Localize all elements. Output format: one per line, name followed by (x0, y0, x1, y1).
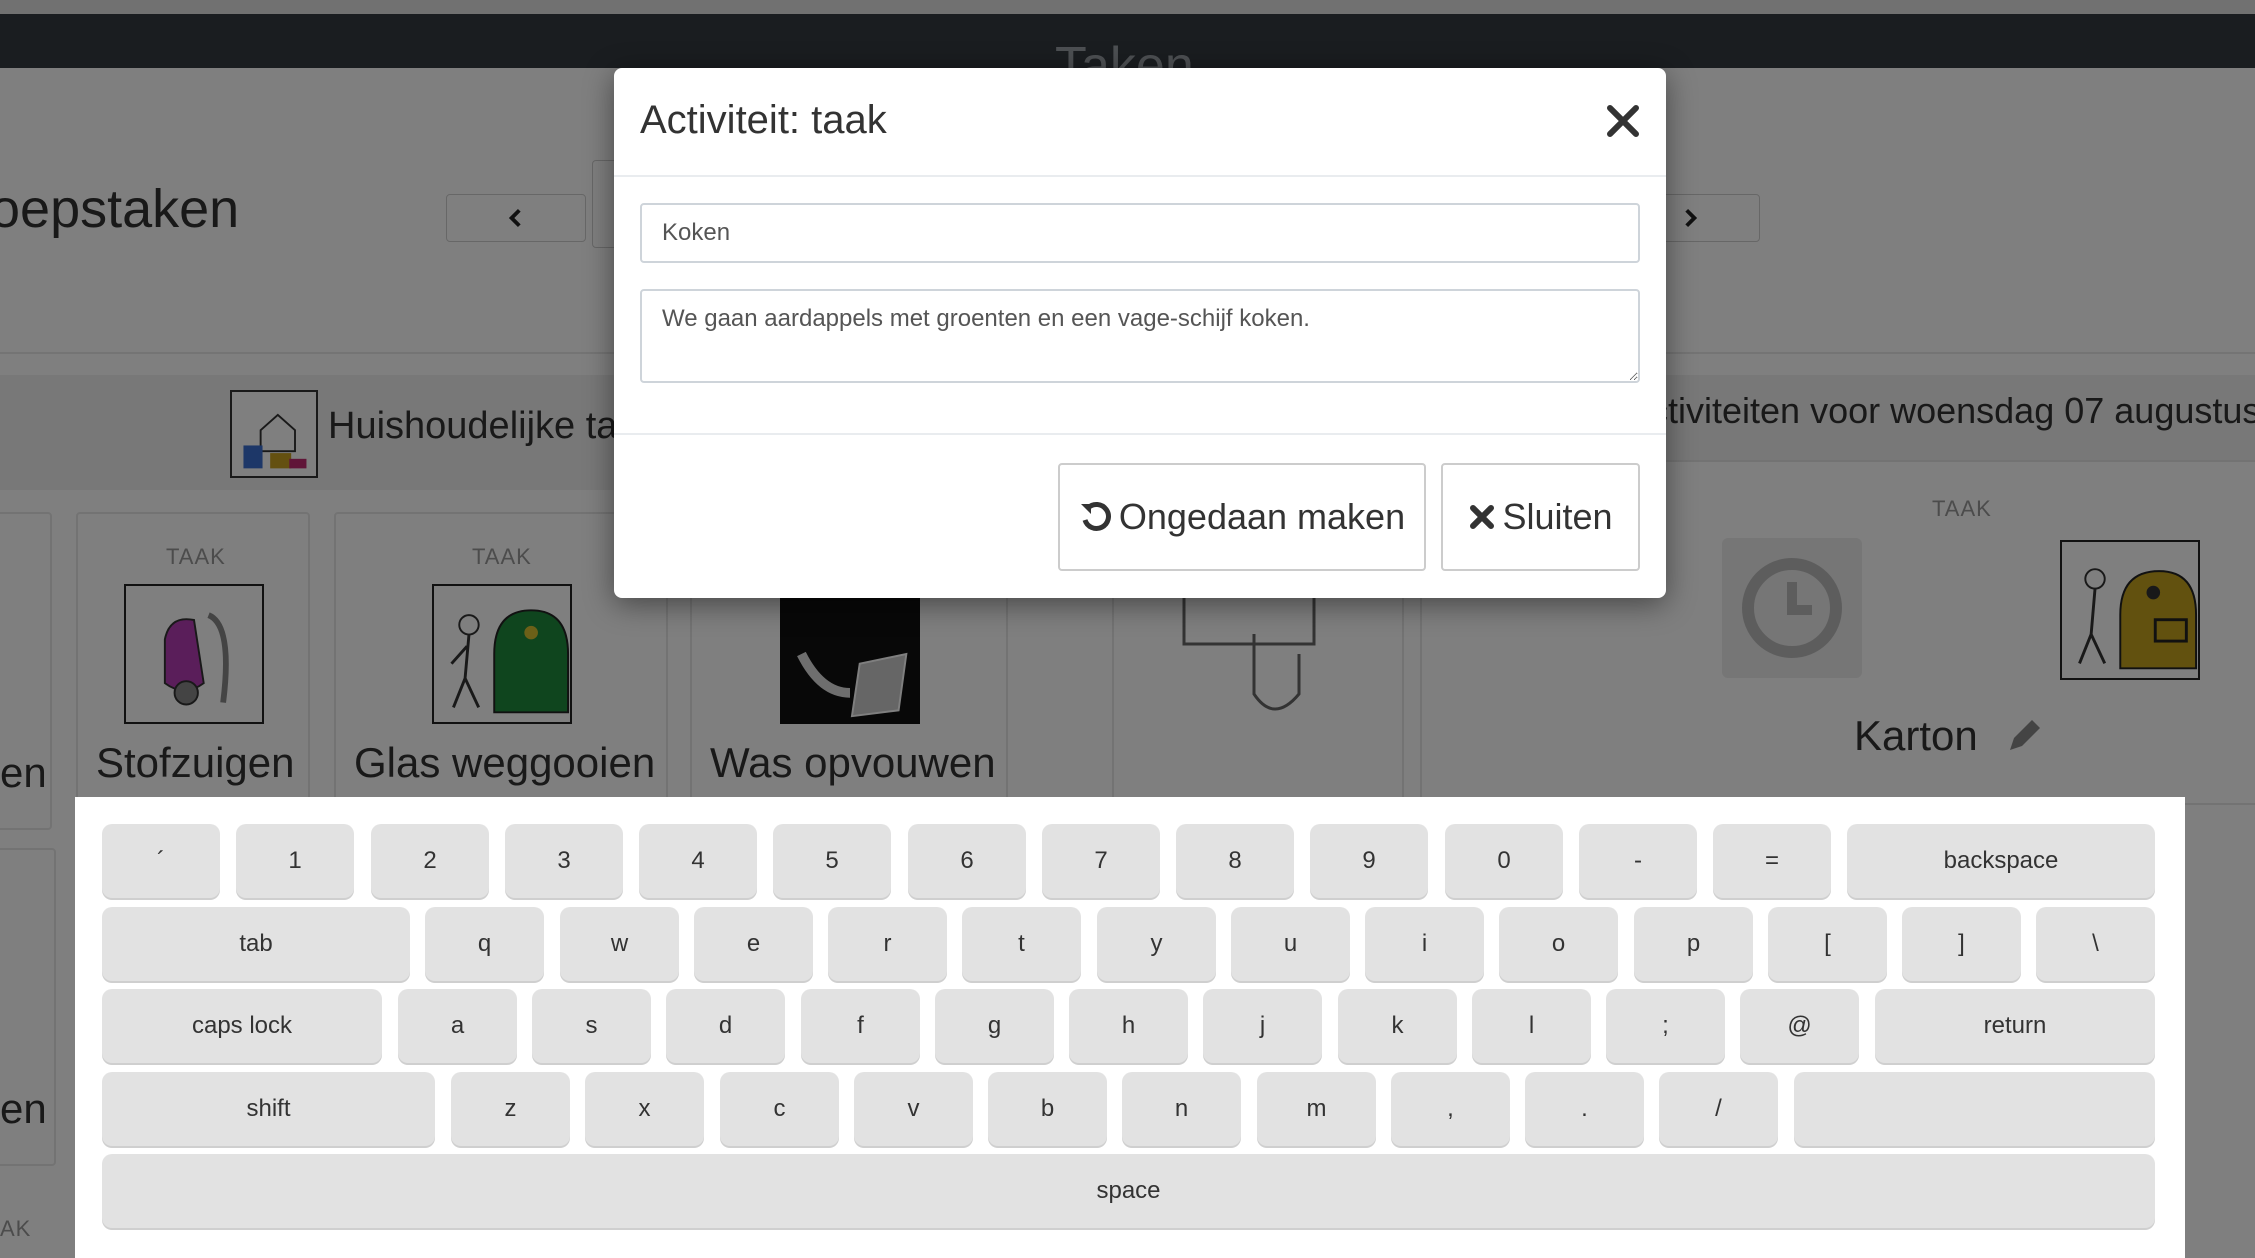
key-m[interactable]: m (1257, 1072, 1376, 1146)
key-1[interactable]: 1 (236, 824, 354, 898)
key-g[interactable]: g (935, 989, 1054, 1063)
key-period[interactable]: . (1525, 1072, 1644, 1146)
key-j[interactable]: j (1203, 989, 1322, 1063)
key-backtick[interactable]: ´ (102, 824, 220, 898)
key-h[interactable]: h (1069, 989, 1188, 1063)
key-q[interactable]: q (425, 907, 544, 981)
key-6[interactable]: 6 (908, 824, 1026, 898)
key-comma[interactable]: , (1391, 1072, 1510, 1146)
key-s[interactable]: s (532, 989, 651, 1063)
key-w[interactable]: w (560, 907, 679, 981)
key-l[interactable]: l (1472, 989, 1591, 1063)
activity-name-input[interactable] (640, 203, 1640, 263)
key-tab[interactable]: tab (102, 907, 410, 981)
key-i[interactable]: i (1365, 907, 1484, 981)
key-p[interactable]: p (1634, 907, 1753, 981)
key-f[interactable]: f (801, 989, 920, 1063)
key-at[interactable]: @ (1740, 989, 1859, 1063)
close-icon[interactable] (1604, 102, 1642, 140)
key-y[interactable]: y (1097, 907, 1216, 981)
modal-header: Activiteit: taak (614, 68, 1666, 177)
modal-title: Activiteit: taak (640, 98, 887, 142)
key-t[interactable]: t (962, 907, 1081, 981)
close-button-label: Sluiten (1502, 496, 1613, 537)
key-backslash[interactable]: \ (2036, 907, 2155, 981)
key-3[interactable]: 3 (505, 824, 623, 898)
key-a[interactable]: a (398, 989, 517, 1063)
key-8[interactable]: 8 (1176, 824, 1294, 898)
key-e[interactable]: e (694, 907, 813, 981)
activity-description-textarea[interactable]: We gaan aardappels met groenten en een v… (640, 289, 1640, 383)
undo-button-label: Ongedaan maken (1118, 496, 1406, 537)
key-4[interactable]: 4 (639, 824, 757, 898)
key-space[interactable]: space (102, 1154, 2155, 1228)
key-c[interactable]: c (720, 1072, 839, 1146)
key-equals[interactable]: = (1713, 824, 1831, 898)
key-backspace[interactable]: backspace (1847, 824, 2155, 898)
key-2[interactable]: 2 (371, 824, 489, 898)
key-n[interactable]: n (1122, 1072, 1241, 1146)
key-r[interactable]: r (828, 907, 947, 981)
key-blank[interactable] (1794, 1072, 2155, 1146)
key-v[interactable]: v (854, 1072, 973, 1146)
key-return[interactable]: return (1875, 989, 2155, 1063)
key-b[interactable]: b (988, 1072, 1107, 1146)
times-icon (1470, 505, 1495, 529)
key-u[interactable]: u (1231, 907, 1350, 981)
key-right-bracket[interactable]: ] (1902, 907, 2021, 981)
key-o[interactable]: o (1499, 907, 1618, 981)
key-5[interactable]: 5 (773, 824, 891, 898)
modal-footer-divider (614, 433, 1666, 435)
key-semicolon[interactable]: ; (1606, 989, 1725, 1063)
activity-modal: Activiteit: taak We gaan aardappels met … (614, 68, 1666, 598)
undo-button[interactable]: Ongedaan maken (1058, 463, 1426, 571)
key-d[interactable]: d (666, 989, 785, 1063)
key-0[interactable]: 0 (1445, 824, 1563, 898)
key-k[interactable]: k (1338, 989, 1457, 1063)
undo-icon (1080, 502, 1111, 531)
key-minus[interactable]: - (1579, 824, 1697, 898)
key-caps-lock[interactable]: caps lock (102, 989, 382, 1063)
on-screen-keyboard: ´ 1 2 3 4 5 6 7 8 9 0 - = backspace tab … (75, 797, 2185, 1258)
key-shift[interactable]: shift (102, 1072, 435, 1146)
close-button[interactable]: Sluiten (1441, 463, 1640, 571)
key-slash[interactable]: / (1659, 1072, 1778, 1146)
key-left-bracket[interactable]: [ (1768, 907, 1887, 981)
key-x[interactable]: x (585, 1072, 704, 1146)
key-9[interactable]: 9 (1310, 824, 1428, 898)
key-z[interactable]: z (451, 1072, 570, 1146)
key-7[interactable]: 7 (1042, 824, 1160, 898)
